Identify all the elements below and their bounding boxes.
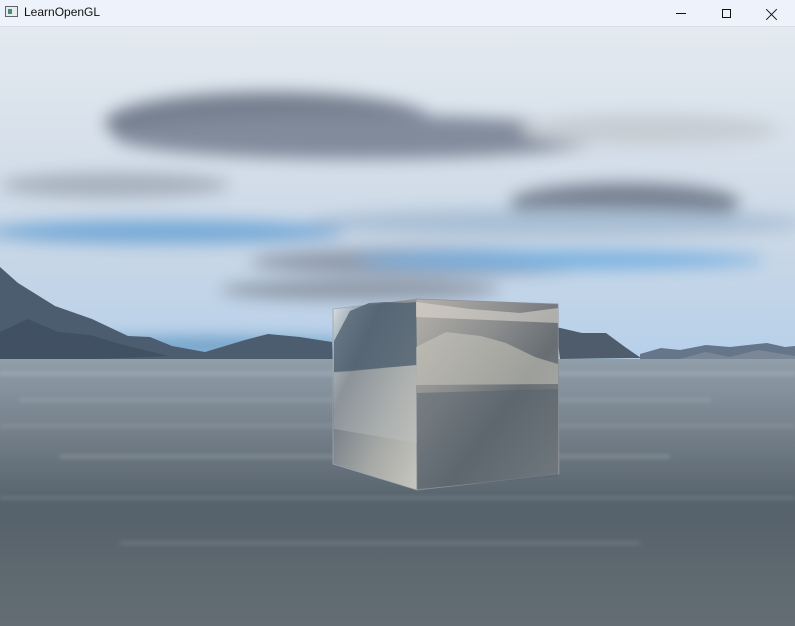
maximize-icon xyxy=(721,9,731,18)
minimize-icon xyxy=(676,13,686,14)
window-icon xyxy=(5,6,18,17)
close-icon xyxy=(766,8,778,20)
minimize-button[interactable] xyxy=(658,0,704,27)
window-title: LearnOpenGL xyxy=(24,5,101,19)
close-button[interactable] xyxy=(749,0,795,27)
title-bar[interactable]: LearnOpenGL xyxy=(0,0,795,27)
opengl-viewport[interactable] xyxy=(0,27,795,626)
learnopengl-window: LearnOpenGL xyxy=(0,0,795,626)
maximize-button[interactable] xyxy=(703,0,749,27)
skybox-scene xyxy=(0,27,795,626)
reflective-cube xyxy=(332,298,560,491)
